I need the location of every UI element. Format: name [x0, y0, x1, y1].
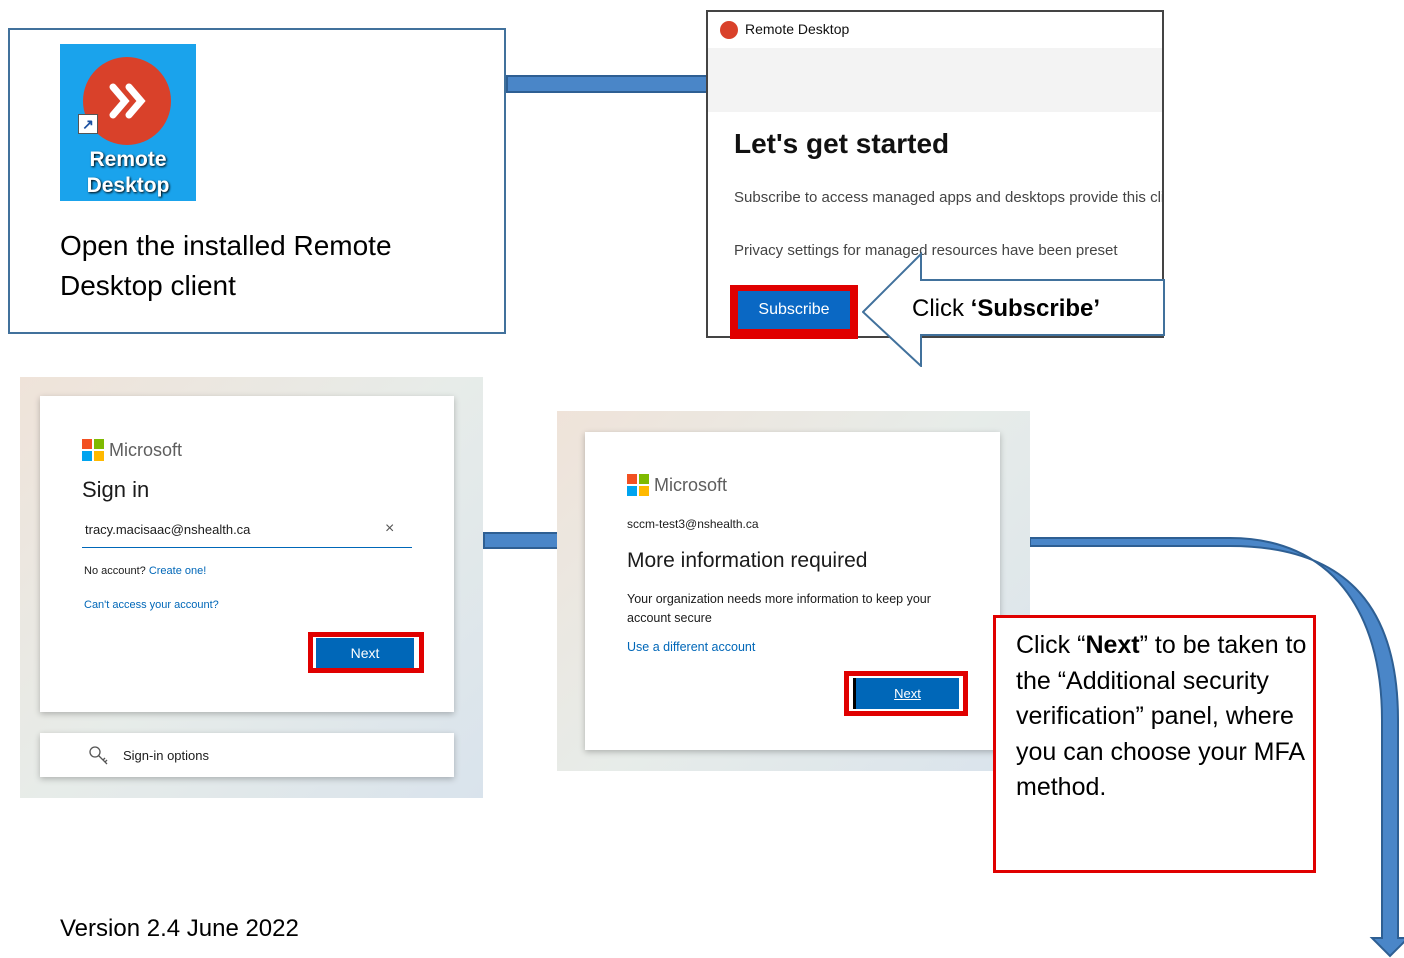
microsoft-logo	[627, 474, 649, 496]
version-footer: Version 2.4 June 2022	[60, 915, 299, 942]
account-email: sccm-test3@nshealth.ca	[627, 517, 759, 531]
title-bar: Remote Desktop	[708, 12, 1162, 48]
microsoft-brand: Microsoft	[82, 439, 182, 461]
no-account-row: No account? Create one!	[84, 565, 206, 577]
sign-in-options-card[interactable]: Sign-in options	[40, 733, 454, 777]
microsoft-brand: Microsoft	[627, 474, 727, 496]
callout-emphasis: Next	[1085, 631, 1140, 659]
icon-label-line2: Desktop	[86, 174, 170, 197]
clear-icon[interactable]: ×	[385, 520, 394, 538]
email-field[interactable]: tracy.macisaac@nshealth.ca ×	[82, 517, 412, 548]
callout-prefix: Click	[912, 295, 971, 322]
brand-name: Microsoft	[654, 474, 728, 495]
sign-in-screenshot: Microsoft Sign in tracy.macisaac@nshealt…	[20, 377, 483, 798]
use-different-account-link[interactable]: Use a different account	[627, 640, 755, 654]
callout-emphasis: ‘Subscribe’	[970, 295, 1101, 322]
more-info-next-button[interactable]: Next	[853, 678, 959, 709]
sign-in-options-label: Sign-in options	[123, 748, 209, 763]
remote-desktop-desktop-icon[interactable]: ↗ Remote Desktop	[60, 44, 196, 201]
header-band	[708, 48, 1162, 112]
subscribe-button[interactable]: Subscribe	[738, 291, 850, 329]
subscribe-callout-text: Click ‘Subscribe’	[912, 295, 1100, 323]
shortcut-arrow-icon: ↗	[78, 114, 98, 134]
sign-in-card: Microsoft Sign in tracy.macisaac@nshealt…	[40, 396, 454, 712]
callout-prefix: Click “	[1016, 631, 1086, 659]
subscribe-description: Subscribe to access managed apps and des…	[734, 189, 1164, 206]
step1-instruction: Open the installed Remote Desktop client	[60, 230, 392, 301]
window-title: Remote Desktop	[745, 21, 850, 37]
create-account-link[interactable]: Create one!	[149, 565, 206, 577]
no-account-text: No account?	[84, 565, 146, 577]
key-icon	[89, 746, 108, 765]
more-info-screenshot: Microsoft sccm-test3@nshealth.ca More in…	[557, 411, 1030, 771]
arrow-to-remote-desktop	[506, 65, 738, 103]
cant-access-link[interactable]: Can't access your account?	[84, 599, 219, 611]
brand-name: Microsoft	[109, 439, 183, 460]
more-info-body: Your organization needs more information…	[627, 592, 931, 625]
microsoft-logo	[82, 439, 104, 461]
email-value: tracy.macisaac@nshealth.ca	[85, 522, 251, 537]
remote-desktop-logo-icon	[720, 21, 738, 39]
step1-box: ↗ Remote Desktop Open the installed Remo…	[8, 28, 506, 334]
more-info-heading: More information required	[627, 549, 868, 572]
page-heading: Let's get started	[734, 128, 950, 159]
sign-in-heading: Sign in	[82, 477, 150, 502]
icon-label-line1: Remote	[89, 148, 167, 171]
more-info-card: Microsoft sccm-test3@nshealth.ca More in…	[585, 432, 1000, 750]
next-callout: Click “Next” to be taken to the “Additio…	[993, 615, 1316, 873]
sign-in-next-button[interactable]: Next	[316, 638, 414, 668]
